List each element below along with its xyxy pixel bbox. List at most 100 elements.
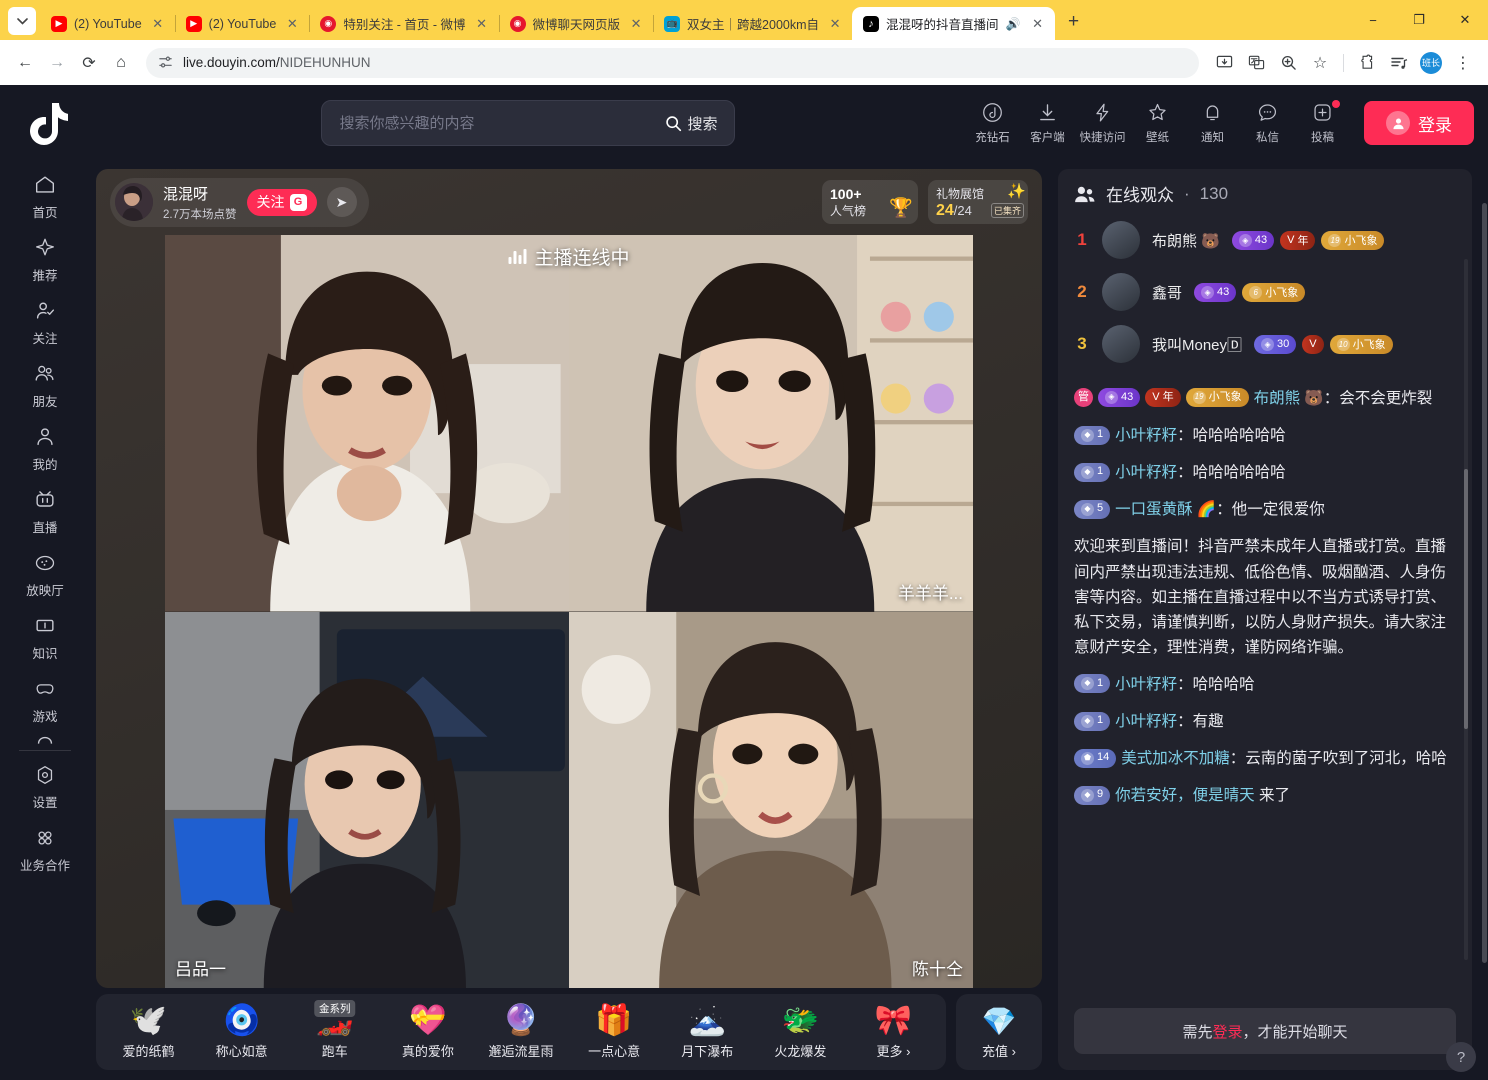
follow-button[interactable]: 关注 G — [246, 188, 317, 216]
reload-icon[interactable]: ⟳ — [74, 48, 104, 78]
help-icon[interactable]: ? — [1446, 1042, 1476, 1072]
gift-hall-card[interactable]: 礼物展馆 24/24 ✨ 已集齐 — [928, 180, 1028, 224]
zoom-icon[interactable] — [1273, 48, 1303, 78]
sidebar-item-home[interactable]: 首页 — [0, 165, 90, 228]
video-cell[interactable]: 羊羊羊... — [569, 235, 973, 612]
sidebar-item-friends[interactable]: 朋友 — [0, 354, 90, 417]
sidebar-item-knowledge[interactable]: 知识 — [0, 606, 90, 669]
tab-search-button[interactable] — [8, 7, 36, 35]
tab-audio-icon[interactable]: 🔊 — [1006, 17, 1022, 31]
popularity-rank-card[interactable]: 100+ 人气榜 🏆 — [822, 180, 918, 224]
search-button[interactable]: 搜索 — [653, 105, 729, 141]
forward-icon[interactable]: → — [42, 48, 72, 78]
chat-username[interactable]: 布朗熊 🐻 — [1254, 390, 1324, 407]
trophy-icon: 🏆 — [889, 198, 913, 219]
gift-more-button[interactable]: 🎀 更多 › — [847, 1004, 940, 1060]
login-button[interactable]: 登录 — [1364, 101, 1474, 145]
bookmark-star-icon[interactable]: ☆ — [1305, 48, 1335, 78]
chat-messages[interactable]: 管 ◈ 43 V 年 19 小飞象 布朗熊 🐻：会不会更炸裂 ◆ 1 小叶籽籽：哈哈哈哈哈哈 ◆ 1… — [1058, 376, 1472, 998]
browser-menu-icon[interactable]: ⋮ — [1448, 48, 1478, 78]
tab-close-icon[interactable]: ✕ — [627, 15, 645, 33]
viewer-row[interactable]: 2 鑫哥 ◈ 43 6 小飞象 — [1074, 266, 1456, 318]
header-item-upload[interactable]: 投稿 — [1295, 99, 1350, 145]
install-app-icon[interactable] — [1209, 48, 1239, 78]
search-input[interactable] — [339, 114, 654, 132]
sidebar-item-live[interactable]: 直播 — [0, 480, 90, 543]
chat-username[interactable]: 一口蛋黄酥 🌈 — [1115, 501, 1216, 518]
header-item-quickaccess[interactable]: 快捷访问 — [1075, 102, 1130, 145]
browser-tab[interactable]: 📺 双女主｜跨越2000km自 ✕ — [653, 7, 854, 40]
video-cell[interactable]: 吕品一 — [165, 611, 569, 988]
gift-item[interactable]: 🐲 火龙爆发 — [754, 1004, 847, 1060]
chat-username[interactable]: 小叶籽籽 — [1115, 464, 1177, 481]
chat-username[interactable]: 美式加冰不加糖 — [1121, 750, 1230, 767]
anchor-info[interactable]: 混混呀 2.7万本场点赞 关注 G ➤ — [110, 177, 369, 227]
browser-tab-active[interactable]: ♪ 混混呀的抖音直播间 🔊 ✕ — [852, 7, 1055, 40]
browser-tab[interactable]: ▶ (2) YouTube ✕ — [175, 7, 311, 40]
chat-username[interactable]: 小叶籽籽 — [1115, 713, 1177, 730]
header-item-wallpaper[interactable]: 壁纸 — [1130, 102, 1185, 145]
gift-item[interactable]: 🕊️ 爱的纸鹤 — [102, 1004, 195, 1060]
chat-login-prompt[interactable]: 需先 登录 ，才能开始聊天 — [1074, 1008, 1456, 1054]
chat-username[interactable]: 你若安好，便是晴天 — [1115, 787, 1255, 804]
tab-close-icon[interactable]: ✕ — [283, 15, 301, 33]
share-icon[interactable]: ➤ — [326, 187, 357, 217]
chat-username[interactable]: 小叶籽籽 — [1115, 427, 1177, 444]
close-window-button[interactable]: ✕ — [1442, 0, 1488, 40]
header-item-client[interactable]: 客户端 — [1020, 102, 1075, 145]
page-scrollbar[interactable] — [1481, 163, 1488, 1080]
gift-item[interactable]: 🧿 称心如意 — [195, 1004, 288, 1060]
chat-scroll-thumb[interactable] — [1464, 469, 1468, 729]
browser-tab[interactable]: ◉ 微博聊天网页版 ✕ — [499, 7, 655, 40]
gift-item[interactable]: 🎁 一点心意 — [568, 1004, 661, 1060]
gift-item[interactable]: 💝 真的爱你 — [381, 1004, 474, 1060]
translate-icon[interactable] — [1241, 48, 1271, 78]
sidebar-item-settings[interactable]: 设置 — [0, 755, 90, 818]
chat-footer: 需先 登录 ，才能开始聊天 — [1058, 998, 1472, 1070]
extensions-icon[interactable] — [1352, 48, 1382, 78]
minimize-button[interactable]: − — [1350, 0, 1396, 40]
new-tab-button[interactable]: + — [1059, 7, 1089, 37]
maximize-button[interactable]: ❐ — [1396, 0, 1442, 40]
video-cell[interactable]: 陈十仝 — [569, 611, 973, 988]
tab-close-icon[interactable]: ✕ — [1029, 15, 1047, 33]
viewer-row[interactable]: 3 我叫Money🄳 ◈ 30 V 10 小飞象 — [1074, 318, 1456, 370]
tab-close-icon[interactable]: ✕ — [826, 15, 844, 33]
avatar[interactable] — [1102, 221, 1140, 259]
sidebar-item-mine[interactable]: 我的 — [0, 417, 90, 480]
sidebar-item-follow[interactable]: 关注 — [0, 291, 90, 354]
avatar[interactable] — [1102, 273, 1140, 311]
viewer-row[interactable]: 1 布朗熊 🐻 ◈ 43 V年 19 小飞象 — [1074, 214, 1456, 266]
sidebar-item-game[interactable]: 游戏 — [0, 669, 90, 732]
login-link[interactable]: 登录 — [1212, 1021, 1242, 1042]
sidebar-item-business[interactable]: 业务合作 — [0, 818, 90, 881]
gift-item[interactable]: 金系列 🏎️ 跑车 — [288, 1000, 381, 1060]
header-item-message[interactable]: 私信 — [1240, 102, 1295, 145]
chat-username[interactable]: 小叶籽籽 — [1115, 676, 1177, 693]
video-cell[interactable] — [165, 235, 569, 612]
browser-tab[interactable]: ▶ (2) YouTube ✕ — [40, 7, 176, 40]
header-item-recharge[interactable]: 充钻石 — [965, 102, 1020, 145]
avatar[interactable] — [1102, 325, 1140, 363]
site-info-icon[interactable] — [158, 55, 173, 70]
search-box[interactable]: 搜索 — [320, 100, 735, 146]
sidebar-item-cinema[interactable]: 放映厅 — [0, 543, 90, 606]
browser-tab[interactable]: ◉ 特别关注 - 首页 - 微博 ✕ — [309, 7, 500, 40]
playlist-icon[interactable] — [1384, 48, 1414, 78]
gift-item[interactable]: 🗻 月下瀑布 — [661, 1004, 754, 1060]
recharge-button[interactable]: 💎 充值 › — [956, 994, 1042, 1070]
back-icon[interactable]: ← — [10, 48, 40, 78]
douyin-logo-icon[interactable] — [0, 99, 90, 147]
sidebar-item-partial[interactable] — [0, 732, 90, 744]
gift-label: 爱的纸鹤 — [122, 1044, 175, 1059]
avatar[interactable] — [115, 183, 153, 221]
header-item-notification[interactable]: 通知 — [1185, 102, 1240, 145]
gift-item[interactable]: 🔮 邂逅流星雨 — [474, 1004, 567, 1060]
address-bar[interactable]: live.douyin.com/NIDEHUNHUN — [146, 47, 1199, 78]
tab-close-icon[interactable]: ✕ — [149, 15, 167, 33]
youtube-icon: ▶ — [185, 15, 202, 32]
tab-close-icon[interactable]: ✕ — [473, 15, 491, 33]
sidebar-item-recommend[interactable]: 推荐 — [0, 228, 90, 291]
extension-avatar[interactable]: 班长 — [1420, 51, 1442, 74]
home-icon[interactable]: ⌂ — [106, 48, 136, 78]
